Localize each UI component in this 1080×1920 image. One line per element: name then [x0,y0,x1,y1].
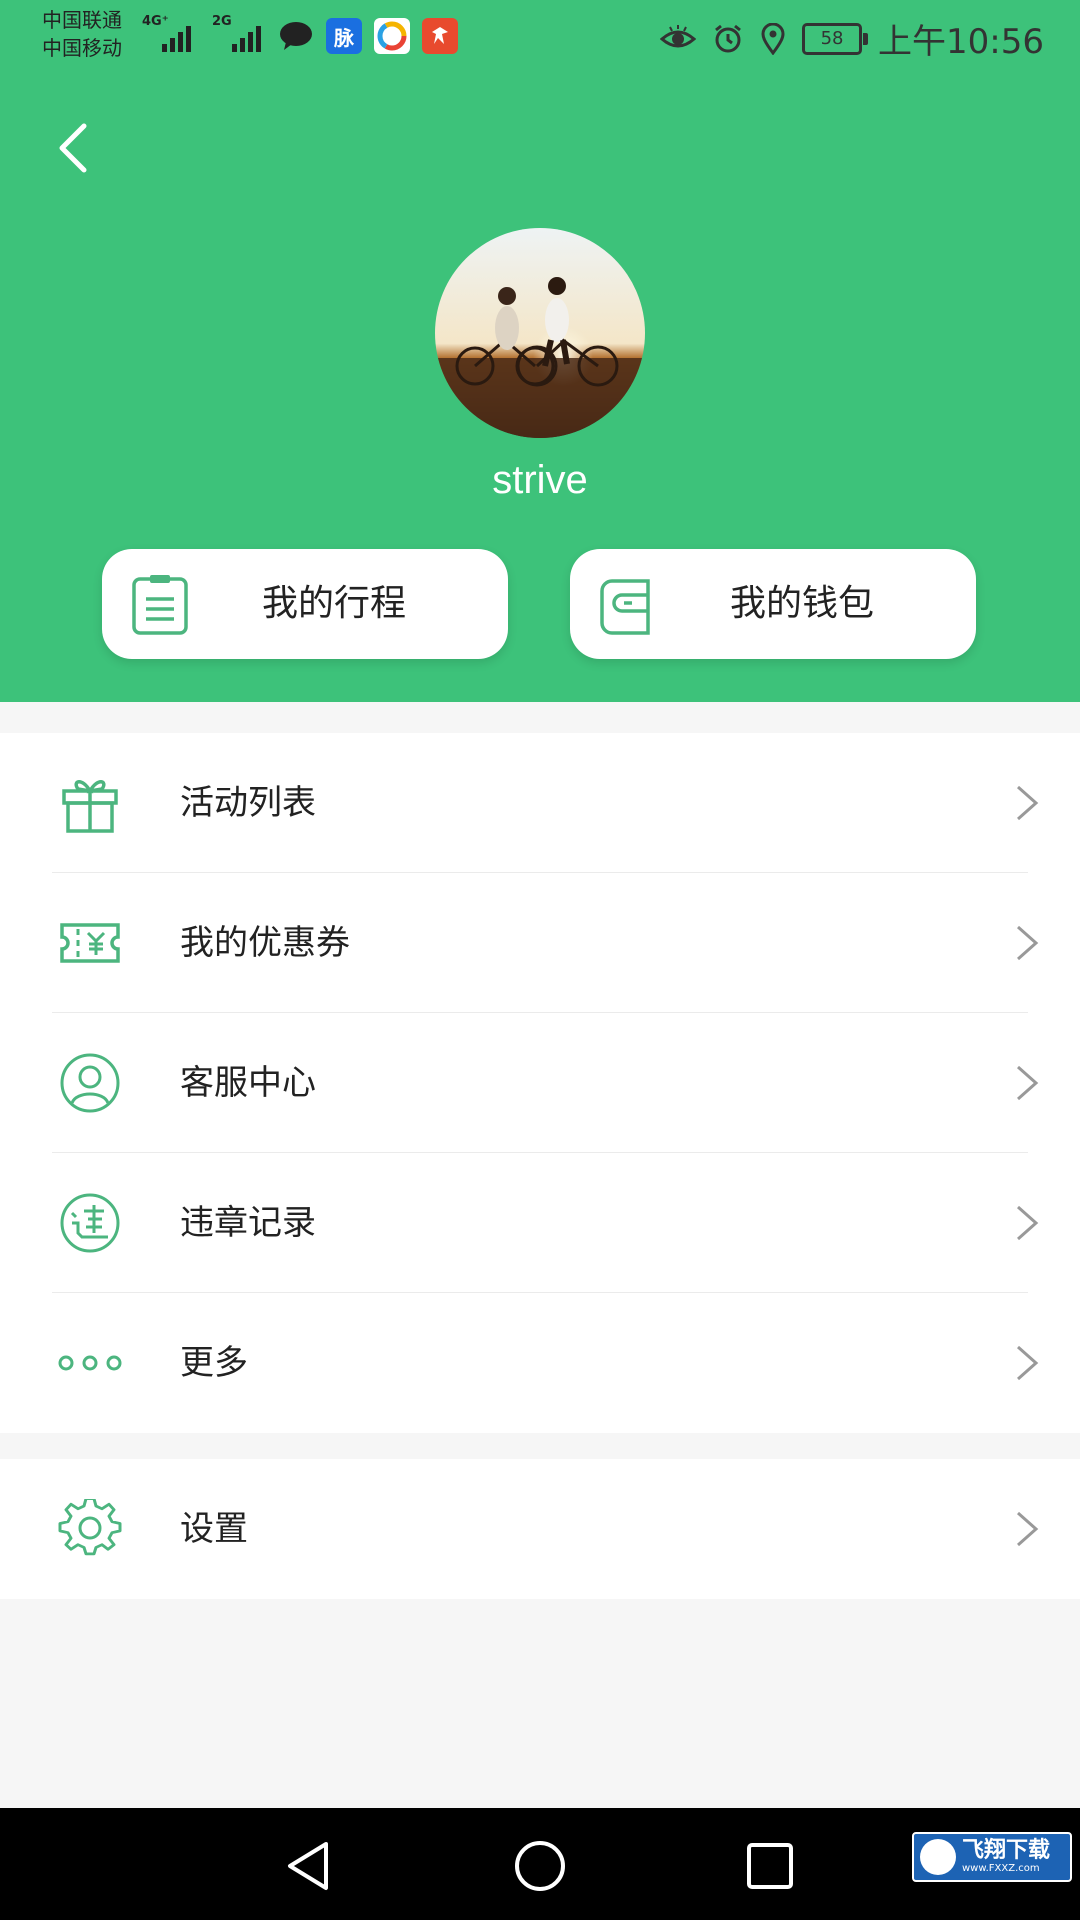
gift-icon [62,780,118,833]
browser-app-icon [374,18,410,54]
my-wallet-label: 我的钱包 [730,583,875,624]
watermark-site: www.FXXZ.com [962,1863,1040,1874]
menu-item-coupons[interactable]: 我的优惠券 [0,873,1080,1013]
menu-item-label: 更多 [180,1343,248,1383]
username: strive [492,458,588,502]
settings-group: 设置 [0,1459,1080,1599]
menu-item-label: 客服中心 [180,1063,316,1103]
watermark-icon [920,1839,956,1875]
chevron-right-icon [1017,925,1039,961]
watermark-logo: 飞翔下载 www.FXXZ.com [912,1832,1072,1882]
chevron-right-icon [1017,1345,1039,1381]
clipboard-icon [132,575,188,635]
chevron-right-icon [1017,1511,1039,1547]
menu-list: 活动列表 我的优惠券 客服中心 违章记录 更多 [0,733,1080,1433]
menu-item-label: 我的优惠券 [180,923,350,963]
menu-item-label: 违章记录 [180,1203,316,1243]
menu-item-more[interactable]: 更多 [0,1293,1080,1433]
signal-1-icon: 4G⁺ [142,14,202,54]
menu-item-settings[interactable]: 设置 [0,1459,1080,1599]
chevron-right-icon [1017,1065,1039,1101]
maimai-app-icon: 脉 [326,18,362,54]
location-icon [761,22,785,55]
my-wallet-card[interactable]: 我的钱包 [570,549,976,659]
clock: 上午10:56 [878,22,1044,62]
profile-header: 中国联通 中国移动 4G⁺ 2G 脉 58 上午10:56 strive 我的行… [0,0,1080,702]
violation-icon [60,1193,120,1253]
nav-recents-icon[interactable] [740,1836,800,1896]
nav-home-icon[interactable] [510,1836,570,1896]
gear-icon [58,1499,122,1556]
battery-indicator: 58 [802,22,869,55]
my-trips-label: 我的行程 [262,583,407,624]
chevron-right-icon [1017,1205,1039,1241]
network-type-2: 2G [212,14,232,29]
my-trips-card[interactable]: 我的行程 [102,549,508,659]
user-icon [60,1053,120,1113]
coupon-icon [60,923,120,963]
eye-icon [660,24,697,47]
carrier-1: 中国联通 [42,8,122,32]
status-bar: 中国联通 中国移动 4G⁺ 2G 脉 58 上午10:56 [0,0,1080,72]
menu-item-activities[interactable]: 活动列表 [0,733,1080,873]
alarm-icon [715,24,741,52]
menu-item-label: 设置 [180,1509,248,1549]
message-app-icon [278,18,314,54]
menu-item-customer-service[interactable]: 客服中心 [0,1013,1080,1153]
signal-2-icon: 2G [212,14,272,54]
chevron-right-icon [1017,785,1039,821]
carrier-2: 中国移动 [42,36,122,60]
nav-back-icon[interactable] [280,1836,340,1896]
wallet-icon [600,579,650,635]
carrier-labels: 中国联通 中国移动 [42,6,122,62]
watermark-title: 飞翔下载 [962,1838,1051,1863]
menu-item-label: 活动列表 [180,783,316,823]
avatar[interactable] [435,228,645,438]
back-icon[interactable] [50,118,100,178]
news-app-icon [422,18,458,54]
menu-item-violations[interactable]: 违章记录 [0,1153,1080,1293]
more-icon [58,1355,122,1371]
